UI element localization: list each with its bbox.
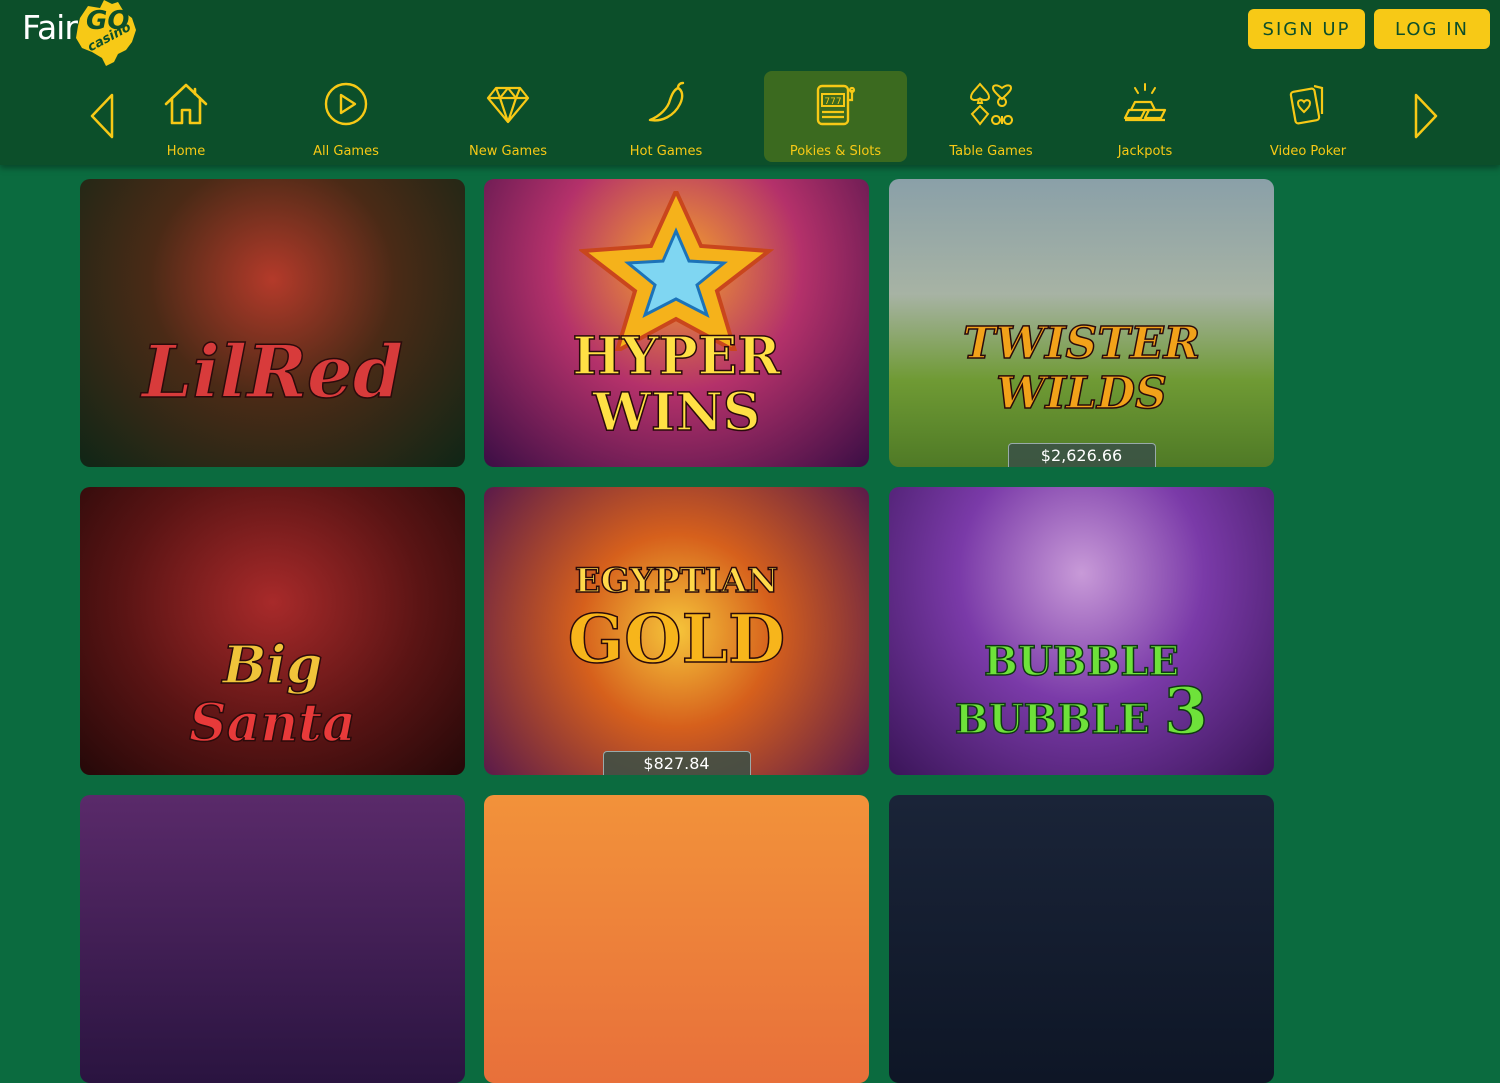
game-tile[interactable] <box>80 795 465 1083</box>
nav-item-video-poker[interactable]: Video Poker <box>1262 71 1354 162</box>
fairgo-logo[interactable]: Fair GO casino <box>20 0 140 68</box>
game-title: LilRed <box>141 328 404 415</box>
game-tile[interactable]: EGYPTIAN GOLD $827.84 <box>484 487 869 775</box>
playing-card-icon <box>1289 84 1324 125</box>
nav-item-new-games[interactable]: New Games <box>458 71 558 162</box>
nav-label-video-poker: Video Poker <box>1269 144 1347 159</box>
nav-label-pokies-slots: Pokies & Slots <box>789 144 882 159</box>
nav-item-jackpots[interactable]: Jackpots <box>1105 71 1185 162</box>
nav-item-table-games[interactable]: Table Games <box>945 71 1037 162</box>
game-tile[interactable]: LilRed <box>80 179 465 467</box>
game-tile[interactable]: Big Santa <box>80 487 465 775</box>
play-icon <box>324 82 368 126</box>
logo-text-fair: Fair <box>22 8 78 47</box>
game-tile[interactable]: TWISTER WILDS $2,626.66 <box>889 179 1274 467</box>
chevron-right-icon <box>1414 93 1438 139</box>
nav-label-hot-games: Hot Games <box>629 144 703 159</box>
nav-label-home: Home <box>166 144 206 159</box>
diamond-icon <box>486 86 530 124</box>
game-tile[interactable]: BUBBLE BUBBLE 3 <box>889 487 1274 775</box>
nav-next-arrow[interactable] <box>1412 92 1440 144</box>
game-title: EGYPTIAN GOLD <box>567 560 786 678</box>
svg-text:777: 777 <box>824 97 841 107</box>
slot-machine-icon: 777 <box>816 84 855 126</box>
nav-label-jackpots: Jackpots <box>1117 144 1173 159</box>
nav-item-home[interactable]: Home <box>150 71 222 162</box>
chili-icon <box>648 81 685 122</box>
nav-label-all-games: All Games <box>313 144 379 159</box>
home-icon <box>164 83 208 125</box>
game-tile[interactable] <box>889 795 1274 1083</box>
card-suits-icon <box>969 82 1013 126</box>
log-in-button[interactable]: LOG IN <box>1374 9 1490 49</box>
game-tile[interactable]: HYPER WINS <box>484 179 869 467</box>
nav-label-table-games: Table Games <box>949 144 1033 159</box>
game-title: BUBBLE BUBBLE 3 <box>954 637 1209 749</box>
jackpot-amount: $2,626.66 <box>1007 443 1156 467</box>
game-title: HYPER WINS <box>572 326 782 443</box>
chevron-left-icon <box>90 93 114 139</box>
sign-up-button[interactable]: SIGN UP <box>1248 9 1365 49</box>
nav-item-all-games[interactable]: All Games <box>300 71 392 162</box>
game-tile[interactable] <box>484 795 869 1083</box>
top-bar: Fair GO casino SIGN UP LOG IN Home All G… <box>0 0 1500 165</box>
jackpot-amount: $827.84 <box>602 751 751 775</box>
nav-prev-arrow[interactable] <box>88 92 116 144</box>
nav-item-hot-games[interactable]: Hot Games <box>620 71 712 162</box>
nav-label-new-games: New Games <box>469 144 547 159</box>
game-title: Big Santa <box>188 635 356 754</box>
nav-item-pokies-slots[interactable]: 777 Pokies & Slots <box>764 71 907 162</box>
game-title: TWISTER WILDS <box>962 318 1201 420</box>
gold-bars-icon <box>1123 83 1167 122</box>
